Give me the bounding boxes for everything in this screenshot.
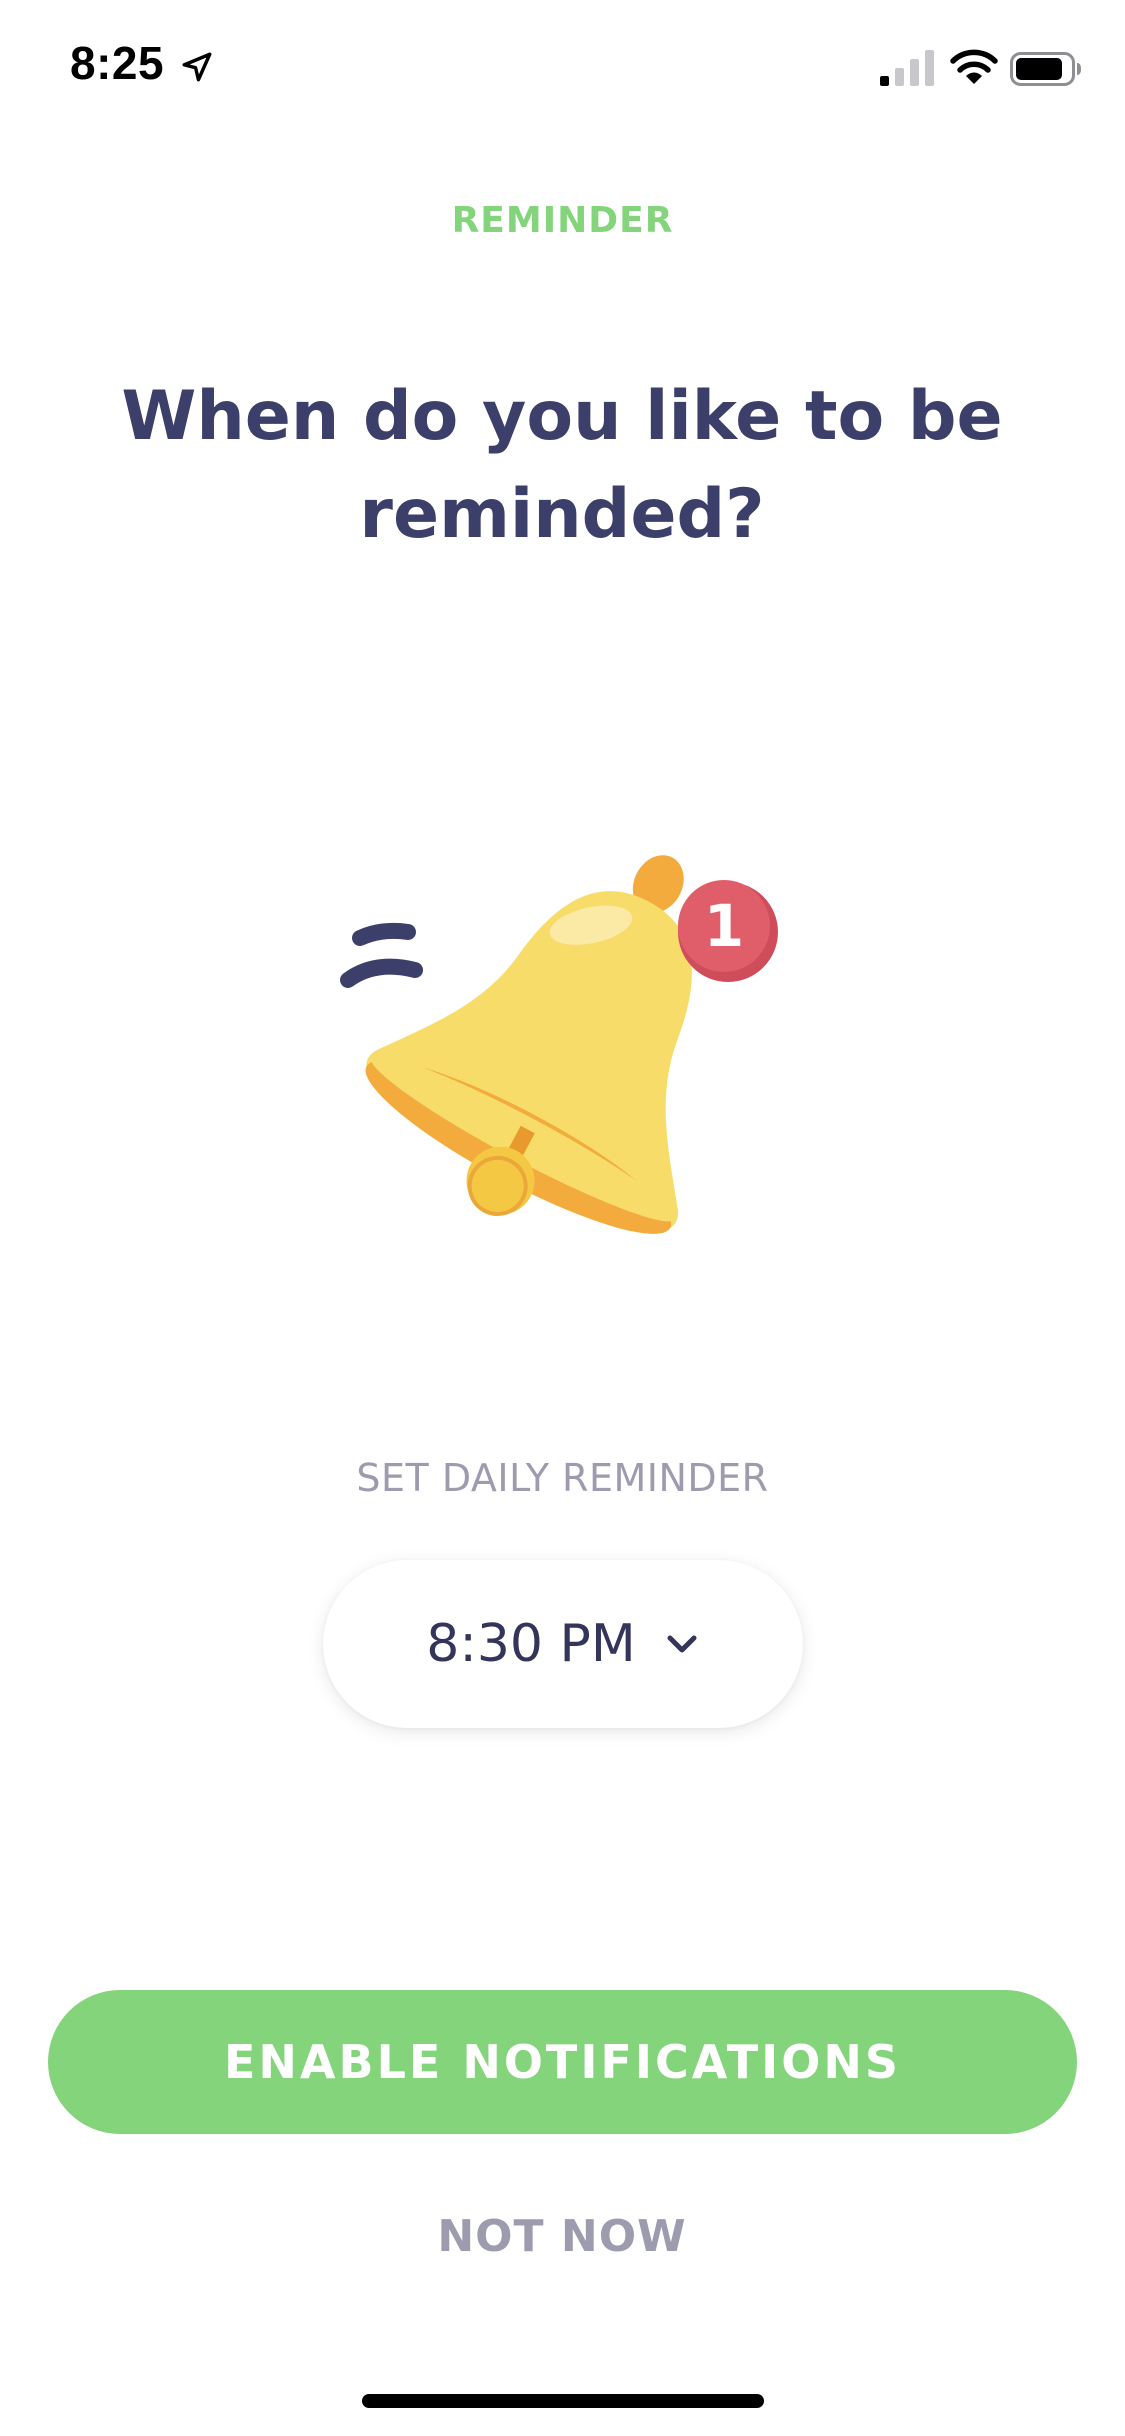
not-now-button[interactable]: NOT NOW [312, 2196, 812, 2276]
bell-icon: 1 [340, 855, 778, 1234]
status-bar: 8:25 [0, 0, 1125, 140]
reminder-time-picker[interactable]: 8:30 PM [323, 1560, 803, 1728]
reminder-time-value: 8:30 PM [426, 1614, 636, 1674]
section-eyebrow: REMINDER [451, 200, 674, 241]
page-title: When do you like to be reminded? [121, 377, 1003, 554]
status-time: 8:25 [70, 37, 165, 89]
location-arrow-icon [182, 52, 212, 82]
home-indicator[interactable] [362, 2394, 764, 2408]
badge-count: 1 [704, 892, 744, 960]
notification-badge: 1 [678, 880, 778, 982]
daily-reminder-label: SET DAILY REMINDER [356, 1456, 769, 1500]
battery-icon [1010, 52, 1081, 86]
wifi-icon [950, 49, 998, 84]
cellular-signal-icon [880, 50, 934, 86]
ringing-lines-icon [340, 922, 423, 988]
enable-notifications-button[interactable]: ENABLE NOTIFICATIONS [48, 1990, 1077, 2134]
chevron-down-icon [667, 1635, 697, 1653]
